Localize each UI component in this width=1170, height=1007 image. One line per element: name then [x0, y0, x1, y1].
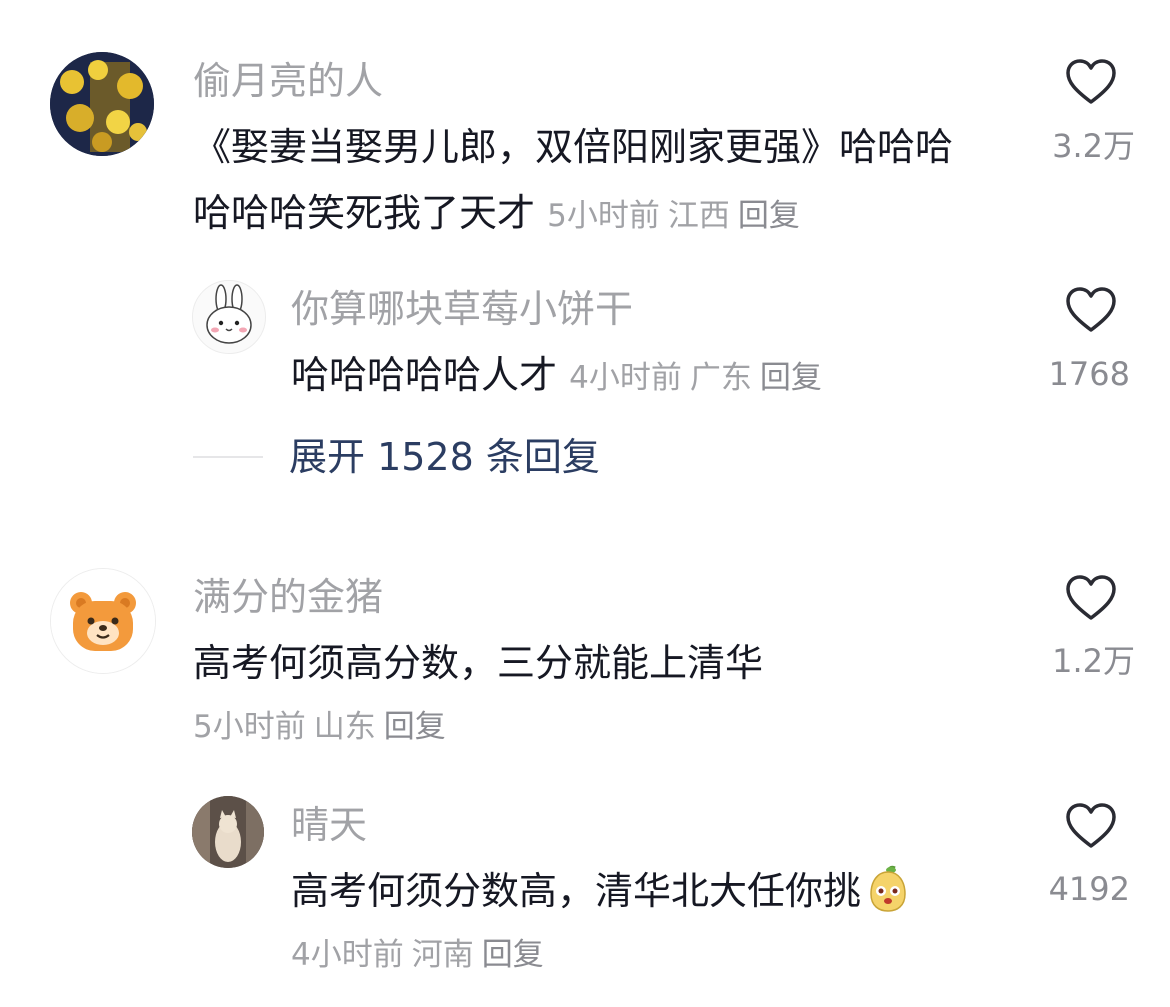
comment-meta: 5小时前 山东 回复: [193, 712, 454, 743]
reply-time: 4小时前: [291, 937, 404, 973]
orange-bear-avatar-icon: [51, 569, 155, 673]
comment-meta: 5小时前 江西 回复: [547, 198, 808, 234]
reply-time: 4小时前: [569, 360, 682, 396]
white-rabbit-avatar-icon: [193, 281, 265, 353]
like-count: 1768: [1048, 355, 1130, 393]
comment-time: 5小时前: [193, 709, 306, 745]
comment-time: 5小时前: [547, 198, 660, 234]
yellow-flowers-avatar-icon: [50, 52, 154, 156]
expand-divider: [193, 456, 263, 458]
comment-location: 江西: [667, 198, 730, 234]
like-heart-icon[interactable]: [1065, 802, 1117, 850]
reply-username[interactable]: 晴天: [291, 806, 367, 844]
comment-text-line2: 哈哈哈笑死我了天才 5小时前 江西 回复: [193, 194, 808, 232]
reply-text-line: 哈哈哈哈哈人才 4小时前 广东 回复: [291, 356, 830, 394]
comment-text-cont: 哈哈哈笑死我了天才: [193, 191, 536, 235]
reply-meta: 4小时前 河南 回复: [291, 940, 552, 971]
reply-button[interactable]: 回复: [760, 360, 822, 396]
like-heart-icon[interactable]: [1065, 574, 1117, 622]
reply-location: 广东: [689, 360, 752, 396]
expand-replies-button[interactable]: 展开 1528 条回复: [289, 438, 600, 476]
comment-text: 《娶妻当娶男儿郎，双倍阳刚家更强》哈哈哈: [193, 125, 954, 169]
reply-button[interactable]: 回复: [482, 937, 544, 973]
pear-face-emoji-icon: [870, 865, 906, 912]
reply-text-line: 高考何须分数高，清华北大任你挑: [291, 865, 913, 914]
comment-location: 山东: [313, 709, 376, 745]
comment-username[interactable]: 偷月亮的人: [193, 62, 383, 100]
avatar[interactable]: [50, 568, 156, 674]
like-count: 4192: [1048, 870, 1130, 908]
comment-text: 高考何须高分数，三分就能上清华: [193, 641, 764, 685]
comment-username[interactable]: 满分的金猪: [193, 578, 383, 616]
reply-button[interactable]: 回复: [384, 709, 446, 745]
like-heart-icon[interactable]: [1065, 286, 1117, 334]
avatar[interactable]: [192, 796, 264, 868]
reply-location: 河南: [411, 937, 474, 973]
cat-photo-avatar-icon: [192, 796, 264, 868]
reply-username[interactable]: 你算哪块草莓小饼干: [291, 290, 633, 328]
reply-meta: 4小时前 广东 回复: [569, 360, 830, 396]
avatar[interactable]: [192, 280, 266, 354]
like-heart-icon[interactable]: [1065, 58, 1117, 106]
like-count: 3.2万: [1052, 127, 1135, 165]
reply-text: 高考何须分数高，清华北大任你挑: [291, 869, 862, 913]
reply-button[interactable]: 回复: [738, 198, 800, 234]
avatar[interactable]: [50, 52, 154, 156]
reply-text: 哈哈哈哈哈人才: [291, 353, 558, 397]
like-count: 1.2万: [1052, 642, 1135, 680]
